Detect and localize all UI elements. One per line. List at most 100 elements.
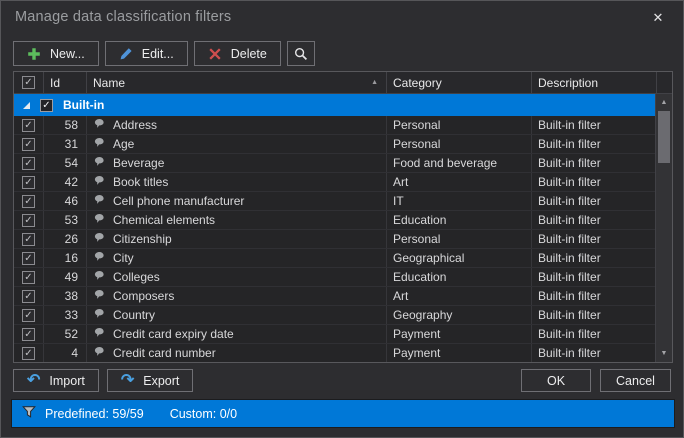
table-row[interactable]: ✓ 42 Book titles Art Built-in filter <box>14 173 656 192</box>
cancel-button[interactable]: Cancel <box>600 369 671 392</box>
select-all-checkbox[interactable]: ✓ <box>22 76 35 89</box>
table-header-row: ✓ Id Name ▲ Category Description <box>14 72 672 94</box>
footer-right: OK Cancel <box>521 369 671 392</box>
row-id: 54 <box>44 154 87 172</box>
row-checkbox[interactable]: ✓ <box>22 175 35 189</box>
row-name: Citizenship <box>113 232 172 246</box>
row-category: Payment <box>387 344 532 362</box>
group-row-built-in[interactable]: ✓ Built-in <box>14 94 656 116</box>
header-corner <box>657 72 672 94</box>
status-predefined: Predefined: 59/59 <box>45 406 144 421</box>
row-checkbox[interactable]: ✓ <box>22 346 35 360</box>
scrollbar-thumb[interactable] <box>658 111 670 163</box>
row-category: Art <box>387 173 532 191</box>
edit-button[interactable]: Edit... <box>104 41 188 66</box>
export-button-label: Export <box>143 373 180 388</box>
row-description: Built-in filter <box>538 251 601 265</box>
row-category: IT <box>387 192 532 210</box>
row-category: Education <box>387 211 532 229</box>
expand-collapse-icon[interactable] <box>23 101 30 109</box>
row-checkbox[interactable]: ✓ <box>22 270 35 284</box>
filter-flag-icon <box>93 175 105 190</box>
filter-flag-icon <box>93 346 105 361</box>
header-select-all-cell: ✓ <box>14 72 44 94</box>
vertical-scrollbar[interactable]: ▲ ▼ <box>655 94 672 362</box>
row-description: Built-in filter <box>538 346 601 360</box>
dialog-window: Manage data classification filters ✕ New… <box>0 0 684 438</box>
table-row[interactable]: ✓ 26 Citizenship Personal Built-in filte… <box>14 230 656 249</box>
filter-flag-icon <box>93 251 105 266</box>
table-row[interactable]: ✓ 16 City Geographical Built-in filter <box>14 249 656 268</box>
row-checkbox[interactable]: ✓ <box>22 194 35 208</box>
filters-table: ✓ Id Name ▲ Category Description ✓ Built… <box>13 71 673 363</box>
row-checkbox[interactable]: ✓ <box>22 137 35 151</box>
row-id: 46 <box>44 192 87 210</box>
row-id: 16 <box>44 249 87 267</box>
row-checkbox[interactable]: ✓ <box>22 213 35 227</box>
check-icon: ✓ <box>24 138 33 150</box>
row-category: Personal <box>387 135 532 153</box>
row-category: Personal <box>387 230 532 248</box>
column-header-name[interactable]: Name ▲ <box>87 72 387 94</box>
close-icon: ✕ <box>652 10 664 25</box>
table-row[interactable]: ✓ 53 Chemical elements Education Built-i… <box>14 211 656 230</box>
row-name: Cell phone manufacturer <box>113 194 245 208</box>
filter-flag-icon <box>93 213 105 228</box>
row-checkbox[interactable]: ✓ <box>22 289 35 303</box>
scroll-up-icon[interactable]: ▲ <box>656 95 672 110</box>
new-button[interactable]: New... <box>13 41 99 66</box>
row-description: Built-in filter <box>538 213 601 227</box>
row-category: Geography <box>387 306 532 324</box>
table-row[interactable]: ✓ 52 Credit card expiry date Payment Bui… <box>14 325 656 344</box>
filter-flag-icon <box>93 156 105 171</box>
check-icon: ✓ <box>24 252 33 264</box>
row-description: Built-in filter <box>538 175 601 189</box>
row-checkbox[interactable]: ✓ <box>22 308 35 322</box>
row-name: Beverage <box>113 156 165 170</box>
table-row[interactable]: ✓ 31 Age Personal Built-in filter <box>14 135 656 154</box>
row-id: 38 <box>44 287 87 305</box>
table-row[interactable]: ✓ 46 Cell phone manufacturer IT Built-in… <box>14 192 656 211</box>
new-button-label: New... <box>50 46 85 61</box>
filter-flag-icon <box>93 232 105 247</box>
import-button[interactable]: ↶ Import <box>13 369 99 392</box>
search-icon <box>294 47 308 61</box>
plus-icon <box>27 47 41 61</box>
row-id: 53 <box>44 211 87 229</box>
filter-flag-icon <box>93 270 105 285</box>
search-button[interactable] <box>286 41 315 66</box>
table-row[interactable]: ✓ 58 Address Personal Built-in filter <box>14 116 656 135</box>
row-description: Built-in filter <box>538 232 601 246</box>
filter-flag-icon <box>93 194 105 209</box>
row-id: 4 <box>44 344 87 362</box>
column-header-category[interactable]: Category <box>387 72 532 94</box>
table-row[interactable]: ✓ 49 Colleges Education Built-in filter <box>14 268 656 287</box>
row-description: Built-in filter <box>538 194 601 208</box>
table-row[interactable]: ✓ 33 Country Geography Built-in filter <box>14 306 656 325</box>
row-checkbox[interactable]: ✓ <box>22 156 35 170</box>
filter-flag-icon <box>93 118 105 133</box>
grid-rows: ✓ Built-in ✓ 58 Address Personal Built-i… <box>14 94 656 362</box>
row-checkbox[interactable]: ✓ <box>22 251 35 265</box>
row-name: Credit card number <box>113 346 216 360</box>
check-icon: ✓ <box>24 347 33 359</box>
check-icon: ✓ <box>24 119 33 131</box>
sort-asc-icon: ▲ <box>371 79 378 86</box>
table-row[interactable]: ✓ 54 Beverage Food and beverage Built-in… <box>14 154 656 173</box>
delete-button[interactable]: Delete <box>193 41 281 66</box>
export-button[interactable]: ↷ Export <box>106 369 194 392</box>
column-header-id[interactable]: Id <box>44 72 87 94</box>
row-checkbox[interactable]: ✓ <box>22 118 35 132</box>
close-button[interactable]: ✕ <box>648 8 668 28</box>
check-icon: ✓ <box>24 309 33 321</box>
ok-button[interactable]: OK <box>521 369 591 392</box>
row-checkbox[interactable]: ✓ <box>22 327 35 341</box>
group-checkbox[interactable]: ✓ <box>40 98 53 112</box>
row-category: Geographical <box>387 249 532 267</box>
scroll-down-icon[interactable]: ▼ <box>656 346 672 361</box>
column-header-description[interactable]: Description <box>532 72 657 94</box>
table-row[interactable]: ✓ 4 Credit card number Payment Built-in … <box>14 344 655 362</box>
row-checkbox[interactable]: ✓ <box>22 232 35 246</box>
filter-flag-icon <box>93 137 105 152</box>
table-row[interactable]: ✓ 38 Composers Art Built-in filter <box>14 287 656 306</box>
